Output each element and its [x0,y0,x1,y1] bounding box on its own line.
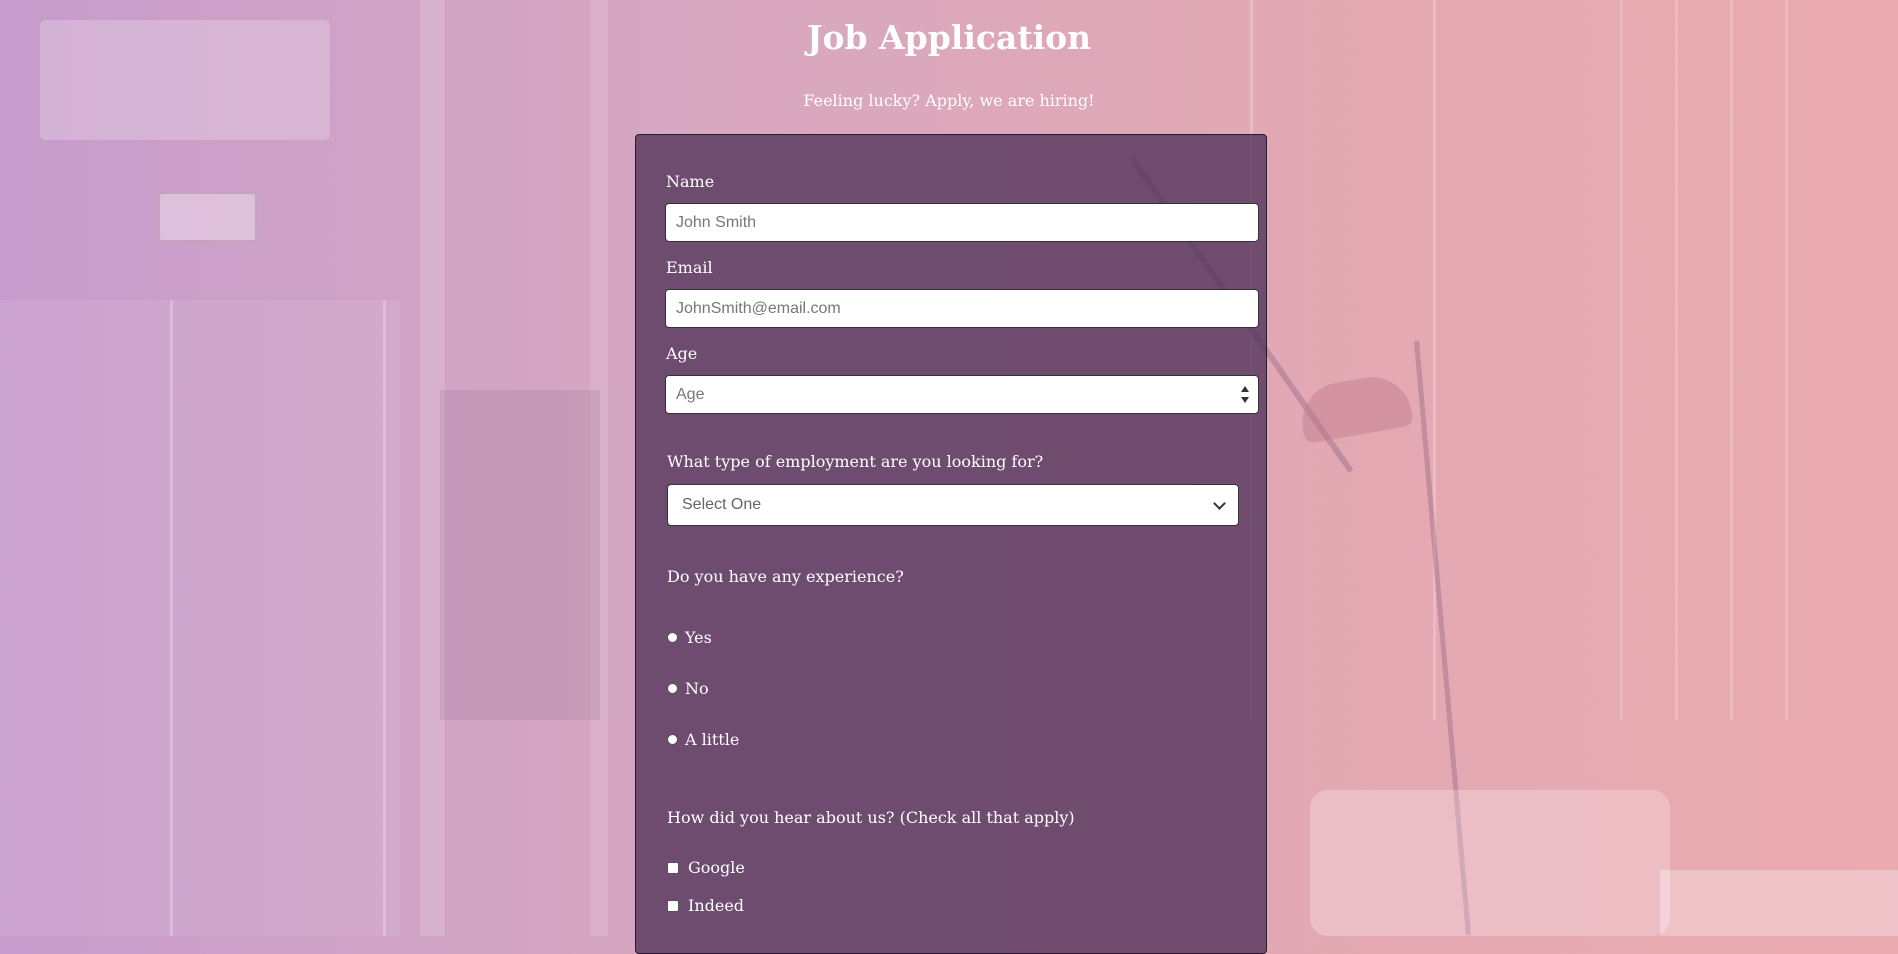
radio-label: No [685,679,709,698]
age-field [665,375,1259,414]
background-door [170,300,386,936]
checkbox-label: Indeed [688,896,745,915]
job-application-form: Name Email Age What type of employment a… [635,134,1267,954]
email-label: Email [666,258,713,277]
experience-question: Do you have any experience? [667,567,904,586]
age-label: Age [666,344,698,363]
source-option-google[interactable]: Google [667,858,745,877]
radio-button[interactable] [667,632,678,643]
name-input[interactable] [665,203,1259,242]
radio-label: Yes [685,628,712,647]
chevron-down-icon [1213,496,1226,510]
checkbox-label: Google [688,858,745,877]
checkbox[interactable] [667,861,679,874]
employment-select[interactable]: Select One [667,484,1239,526]
side-table [1660,870,1898,936]
employment-question: What type of employment are you looking … [667,452,1044,471]
age-input[interactable] [665,375,1259,414]
email-input[interactable] [665,289,1259,328]
experience-option-yes[interactable]: Yes [667,628,712,647]
experience-option-a-little[interactable]: A little [667,730,739,749]
spinner-icon[interactable] [1240,386,1249,403]
name-label: Name [666,172,715,191]
checkbox[interactable] [667,899,679,912]
radio-label: A little [685,730,740,749]
radio-button[interactable] [667,734,678,745]
stepper-down-icon[interactable] [1240,397,1249,403]
stepper-up-icon[interactable] [1240,386,1249,392]
exit-sign [158,192,257,242]
background-glass-wall [440,390,600,720]
experience-option-no[interactable]: No [667,679,709,698]
radio-button[interactable] [667,683,678,694]
page-subtitle: Feeling lucky? Apply, we are hiring! [803,91,1095,110]
page-title: Job Application [806,18,1092,57]
source-question: How did you hear about us? (Check all th… [667,808,1075,827]
source-option-indeed[interactable]: Indeed [667,896,744,915]
employment-select-value: Select One [682,496,762,513]
sofa [1310,790,1670,936]
